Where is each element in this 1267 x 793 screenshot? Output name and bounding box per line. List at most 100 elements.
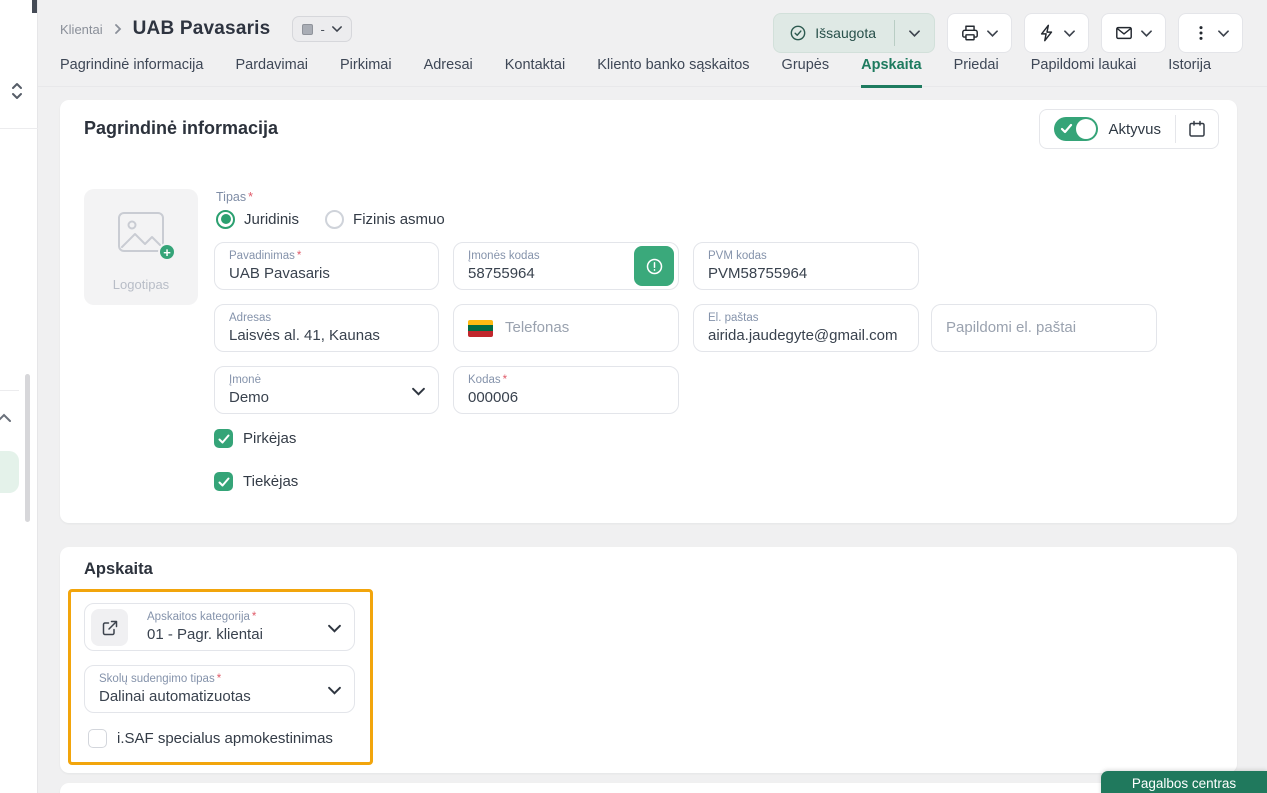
chevron-down-icon	[328, 622, 341, 635]
actions-dropdown-button[interactable]	[1024, 13, 1089, 53]
checkbox-pirkejas[interactable]: Pirkėjas	[214, 429, 296, 448]
check-circle-icon	[790, 25, 806, 41]
radio-fizinis-asmuo[interactable]: Fizinis asmuo	[325, 210, 445, 229]
tab-pagrindine-informacija[interactable]: Pagrindinė informacija	[60, 57, 203, 86]
checkbox-label: i.SAF specialus apmokestinimas	[117, 730, 333, 747]
main-content: Klientai UAB Pavasaris - Išsaugota	[38, 0, 1267, 793]
logo-upload[interactable]: + Logotipas	[84, 189, 198, 305]
chevron-down-icon	[332, 24, 342, 34]
radio-juridinis[interactable]: Juridinis	[216, 210, 299, 229]
tab-istorija[interactable]: Istorija	[1168, 57, 1211, 86]
image-placeholder-icon	[117, 211, 165, 253]
sidebar-collapse-chevron-icon[interactable]	[0, 410, 12, 420]
chevron-right-icon	[113, 24, 123, 34]
calendar-button[interactable]	[1176, 110, 1218, 148]
checkbox-tiekejas[interactable]: Tiekėjas	[214, 472, 298, 491]
tab-pirkimai[interactable]: Pirkimai	[340, 57, 392, 86]
active-toggle[interactable]: Aktyvus	[1040, 117, 1175, 141]
chevron-down-icon	[1141, 28, 1152, 39]
field-imones-kodas[interactable]: Įmonės kodas 58755964	[453, 242, 679, 290]
chevron-down-icon	[987, 28, 998, 39]
field-imone-select[interactable]: Įmonė Demo	[214, 366, 439, 414]
field-adresas[interactable]: Adresas Laisvės al. 41, Kaunas	[214, 304, 439, 352]
tab-pardavimai[interactable]: Pardavimai	[235, 57, 308, 86]
logo-placeholder-label: Logotipas	[84, 277, 198, 292]
check-icon	[1060, 122, 1073, 135]
field-label: PVM kodas	[708, 250, 904, 263]
next-section-card	[60, 783, 1237, 793]
checkbox-isaf[interactable]: i.SAF specialus apmokestinimas	[88, 729, 333, 748]
print-dropdown-button[interactable]	[947, 13, 1012, 53]
sidebar-dark-strip	[32, 0, 37, 13]
active-status-group: Aktyvus	[1039, 109, 1219, 149]
checkbox-label: Tiekėjas	[243, 473, 298, 490]
client-status-dropdown[interactable]: -	[292, 16, 351, 42]
breadcrumb-parent-link[interactable]: Klientai	[60, 22, 103, 37]
field-pvm-kodas[interactable]: PVM kodas PVM58755964	[693, 242, 919, 290]
field-skolu-sudengimo-tipas-select[interactable]: Skolų sudengimo tipas* Dalinai automatiz…	[84, 665, 355, 713]
email-dropdown-button[interactable]	[1101, 13, 1166, 53]
radio-unselected-icon	[325, 210, 344, 229]
tab-priedai[interactable]: Priedai	[954, 57, 999, 86]
lightning-icon	[1038, 24, 1056, 42]
sidebar-scrollbar-thumb[interactable]	[25, 374, 30, 522]
field-papildomi-el-pastai[interactable]: Papildomi el. paštai	[931, 304, 1157, 352]
field-label: Adresas	[229, 312, 424, 325]
tab-apskaita[interactable]: Apskaita	[861, 57, 921, 88]
sidebar-divider	[0, 128, 38, 129]
page-title: UAB Pavasaris	[133, 18, 271, 40]
field-telefonas[interactable]: Telefonas	[453, 304, 679, 352]
help-center-button[interactable]: Pagalbos centras	[1101, 771, 1267, 793]
sidebar-expand-icon[interactable]	[9, 82, 25, 100]
field-label: Apskaitos kategorija*	[147, 611, 340, 624]
card-title: Apskaita	[84, 560, 153, 579]
lithuania-flag-icon[interactable]	[468, 320, 493, 337]
chevron-down-icon	[909, 28, 920, 39]
status-color-swatch	[302, 24, 313, 35]
toggle-on-icon[interactable]	[1054, 117, 1098, 141]
field-apskaitos-kategorija-select[interactable]: Apskaitos kategorija* 01 - Pagr. klienta…	[84, 603, 355, 651]
field-value: Laisvės al. 41, Kaunas	[229, 325, 424, 347]
checkbox-checked-icon	[214, 472, 233, 491]
type-field-label: Tipas*	[216, 190, 253, 204]
tab-papildomi-laukai[interactable]: Papildomi laukai	[1031, 57, 1137, 86]
required-marker: *	[297, 250, 301, 262]
field-pavadinimas[interactable]: Pavadinimas* UAB Pavasaris	[214, 242, 439, 290]
sidebar-collapsed	[0, 0, 38, 793]
field-label: Kodas*	[468, 374, 664, 387]
tab-kliento-banko-saskaitos[interactable]: Kliento banko sąskaitos	[597, 57, 749, 86]
checkbox-checked-icon	[214, 429, 233, 448]
kebab-menu-icon	[1192, 24, 1210, 42]
breadcrumb: Klientai UAB Pavasaris -	[60, 14, 352, 44]
saved-dropdown-toggle[interactable]	[895, 14, 934, 52]
chevron-down-icon	[412, 385, 425, 398]
radio-label: Juridinis	[244, 211, 299, 228]
sidebar-active-item[interactable]	[0, 451, 19, 493]
field-kodas[interactable]: Kodas* 000006	[453, 366, 679, 414]
main-info-card: Pagrindinė informacija Aktyvus + Logotip…	[60, 100, 1237, 523]
more-options-button[interactable]	[1178, 13, 1243, 53]
tab-kontaktai[interactable]: Kontaktai	[505, 57, 565, 86]
tab-grupes[interactable]: Grupės	[782, 57, 830, 86]
field-value: PVM58755964	[708, 263, 904, 285]
field-value: Dalinai automatizuotas	[99, 686, 340, 708]
required-marker: *	[503, 374, 507, 386]
company-code-lookup-button[interactable]	[634, 246, 674, 286]
required-marker: *	[252, 611, 256, 623]
type-radio-group: Juridinis Fizinis asmuo	[216, 208, 445, 230]
field-placeholder: Papildomi el. paštai	[946, 305, 1142, 351]
saved-status-main[interactable]: Išsaugota	[774, 14, 894, 52]
toggle-knob	[1076, 119, 1096, 139]
printer-icon	[961, 24, 979, 42]
field-value: Demo	[229, 387, 424, 409]
top-action-buttons: Išsaugota	[773, 13, 1243, 53]
add-logo-plus-icon[interactable]: +	[158, 243, 176, 261]
field-el-pastas[interactable]: El. paštas airida.jaudegyte@gmail.com	[693, 304, 919, 352]
tab-adresai[interactable]: Adresai	[424, 57, 473, 86]
field-placeholder: Telefonas	[505, 305, 569, 351]
saved-status-button[interactable]: Išsaugota	[773, 13, 935, 53]
field-value: 01 - Pagr. klientai	[147, 624, 340, 646]
active-toggle-label: Aktyvus	[1108, 121, 1161, 138]
tab-bar: Pagrindinė informacija Pardavimai Pirkim…	[38, 57, 1267, 87]
open-category-button[interactable]	[91, 609, 128, 646]
